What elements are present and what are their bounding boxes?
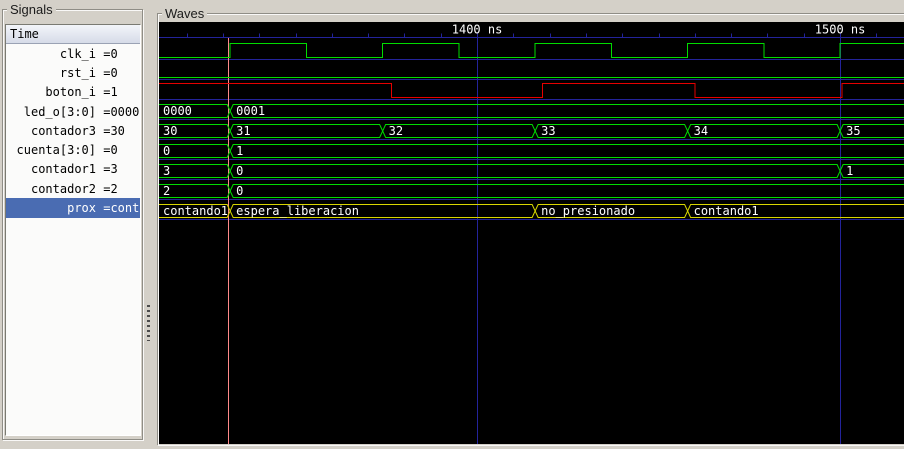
signals-frame-label: Signals bbox=[7, 2, 56, 17]
signal-row-led_o[3:0][interactable]: led_o[3:0] =0000 bbox=[6, 102, 140, 121]
signal-value: =1 bbox=[96, 85, 118, 100]
bus-value-label: no_presionado bbox=[541, 204, 635, 218]
bus-edge bbox=[229, 130, 384, 138]
signal-row-boton_i[interactable]: boton_i =1 bbox=[6, 83, 140, 102]
signal-row-contador2[interactable]: contador2 =2 bbox=[6, 179, 140, 198]
wave-prox[interactable]: contando1 espera_liberacion no_presionado c… bbox=[159, 204, 904, 218]
time-header-button[interactable]: Time bbox=[6, 25, 140, 44]
gtkwave-window: { "signals_panel": { "frame_label": "Sig… bbox=[0, 0, 904, 445]
signal-rows: clk_i =0 rst_i =0 boton_i =1 led_o[3:0] =00… bbox=[6, 44, 140, 218]
signal-name: led_o[3:0] bbox=[23, 104, 96, 119]
bus-edge bbox=[229, 110, 904, 118]
waves-panel: Waves 1400 ns 1500 ns 0000 0001 30 31 32 33 34 35… bbox=[157, 6, 904, 445]
bus-value-label: 0000 bbox=[163, 104, 192, 118]
bus-value-label: contando1 bbox=[694, 204, 759, 218]
signal-value: =cont bbox=[96, 201, 140, 216]
signal-name: contador2 bbox=[30, 181, 96, 196]
signal-row-cuenta[3:0][interactable]: cuenta[3:0] =0 bbox=[6, 140, 140, 159]
signal-row-clk_i[interactable]: clk_i =0 bbox=[6, 44, 140, 63]
bit-trace bbox=[159, 83, 904, 98]
bus-value-label: 0 bbox=[236, 184, 243, 198]
signal-value: =0 bbox=[96, 143, 118, 158]
bus-edge bbox=[534, 130, 689, 138]
wave-contador2[interactable]: 20 bbox=[159, 184, 904, 198]
bus-value-label: 35 bbox=[846, 124, 860, 138]
wave-cuenta[3:0][interactable]: 01 bbox=[159, 144, 904, 158]
bus-value-label: 0 bbox=[163, 144, 170, 158]
signal-name: clk_i bbox=[59, 46, 96, 61]
bus-edge bbox=[687, 130, 841, 138]
signal-name: rst_i bbox=[59, 65, 96, 80]
bus-edge bbox=[229, 170, 841, 178]
signal-row-rst_i[interactable]: rst_i =0 bbox=[6, 63, 140, 82]
signal-name: boton_i bbox=[45, 85, 96, 100]
bus-edge bbox=[229, 104, 904, 112]
bus-value-label: contando1 bbox=[163, 204, 228, 218]
timeline-label: 1400 ns bbox=[452, 23, 503, 37]
signal-value: =2 bbox=[96, 181, 118, 196]
signal-value: =3 bbox=[96, 162, 118, 177]
wave-boton_i[interactable] bbox=[159, 83, 904, 98]
wave-canvas-container: 1400 ns 1500 ns 0000 0001 30 31 32 33 34 35 0 1 3 0 1 2… bbox=[159, 22, 904, 444]
bus-edge bbox=[382, 130, 536, 138]
bus-value-label: 31 bbox=[236, 124, 250, 138]
bus-value-label: 30 bbox=[163, 124, 177, 138]
pane-splitter[interactable] bbox=[142, 0, 157, 444]
bus-value-label: 0 bbox=[236, 164, 243, 178]
bus-edge bbox=[229, 150, 904, 158]
signal-name: prox bbox=[67, 201, 96, 216]
wave-contador3[interactable]: 30 31 32 33 34 35 bbox=[159, 124, 904, 138]
signals-list: Time clk_i =0 rst_i =0 boton_i =1 led_o[3:0… bbox=[5, 24, 141, 436]
signal-row-prox[interactable]: prox =cont bbox=[6, 198, 140, 218]
timeline[interactable]: 1400 ns 1500 ns bbox=[159, 23, 904, 38]
wave-led_o[3:0][interactable]: 0000 0001 bbox=[159, 104, 904, 118]
wave-contador1[interactable]: 3 0 1 bbox=[159, 164, 904, 178]
bus-value-label: 2 bbox=[163, 184, 170, 198]
bus-edge bbox=[534, 124, 689, 132]
bus-edge bbox=[687, 124, 841, 132]
bus-value-label: 33 bbox=[541, 124, 555, 138]
bus-edge bbox=[229, 190, 904, 198]
bus-edge bbox=[229, 164, 841, 172]
bus-value-label: 34 bbox=[694, 124, 708, 138]
bus-value-label: espera_liberacion bbox=[236, 204, 359, 218]
signal-row-contador3[interactable]: contador3 =30 bbox=[6, 121, 140, 140]
waves-frame-label: Waves bbox=[162, 6, 208, 21]
wave-canvas[interactable]: 1400 ns 1500 ns0000 000130 31 32 33 34 350 13 0 12… bbox=[159, 22, 904, 444]
signal-value: =30 bbox=[96, 123, 125, 138]
bus-edge bbox=[229, 184, 904, 192]
bus-value-label: 32 bbox=[389, 124, 403, 138]
bit-trace bbox=[159, 43, 904, 58]
bus-value-label: 1 bbox=[236, 144, 243, 158]
signal-value: =0 bbox=[96, 65, 118, 80]
signal-name: contador1 bbox=[30, 162, 96, 177]
signal-name: cuenta[3:0] bbox=[16, 143, 96, 158]
signals-panel: Signals Time clk_i =0 rst_i =0 boton_i =1 l… bbox=[2, 2, 143, 440]
wave-clk_i[interactable] bbox=[159, 43, 904, 58]
bus-edge bbox=[229, 144, 904, 152]
signal-value: =0 bbox=[96, 46, 118, 61]
bus-edge bbox=[382, 124, 536, 132]
splitter-handle-dots[interactable] bbox=[147, 305, 150, 341]
bus-value-label: 3 bbox=[163, 164, 170, 178]
bus-edge bbox=[229, 124, 384, 132]
bus-value-label: 1 bbox=[846, 164, 853, 178]
timeline-label: 1500 ns bbox=[815, 23, 866, 37]
signal-name: contador3 bbox=[30, 123, 96, 138]
signal-value: =0000 bbox=[96, 104, 140, 119]
signal-row-contador1[interactable]: contador1 =3 bbox=[6, 160, 140, 179]
bus-value-label: 0001 bbox=[236, 104, 265, 118]
